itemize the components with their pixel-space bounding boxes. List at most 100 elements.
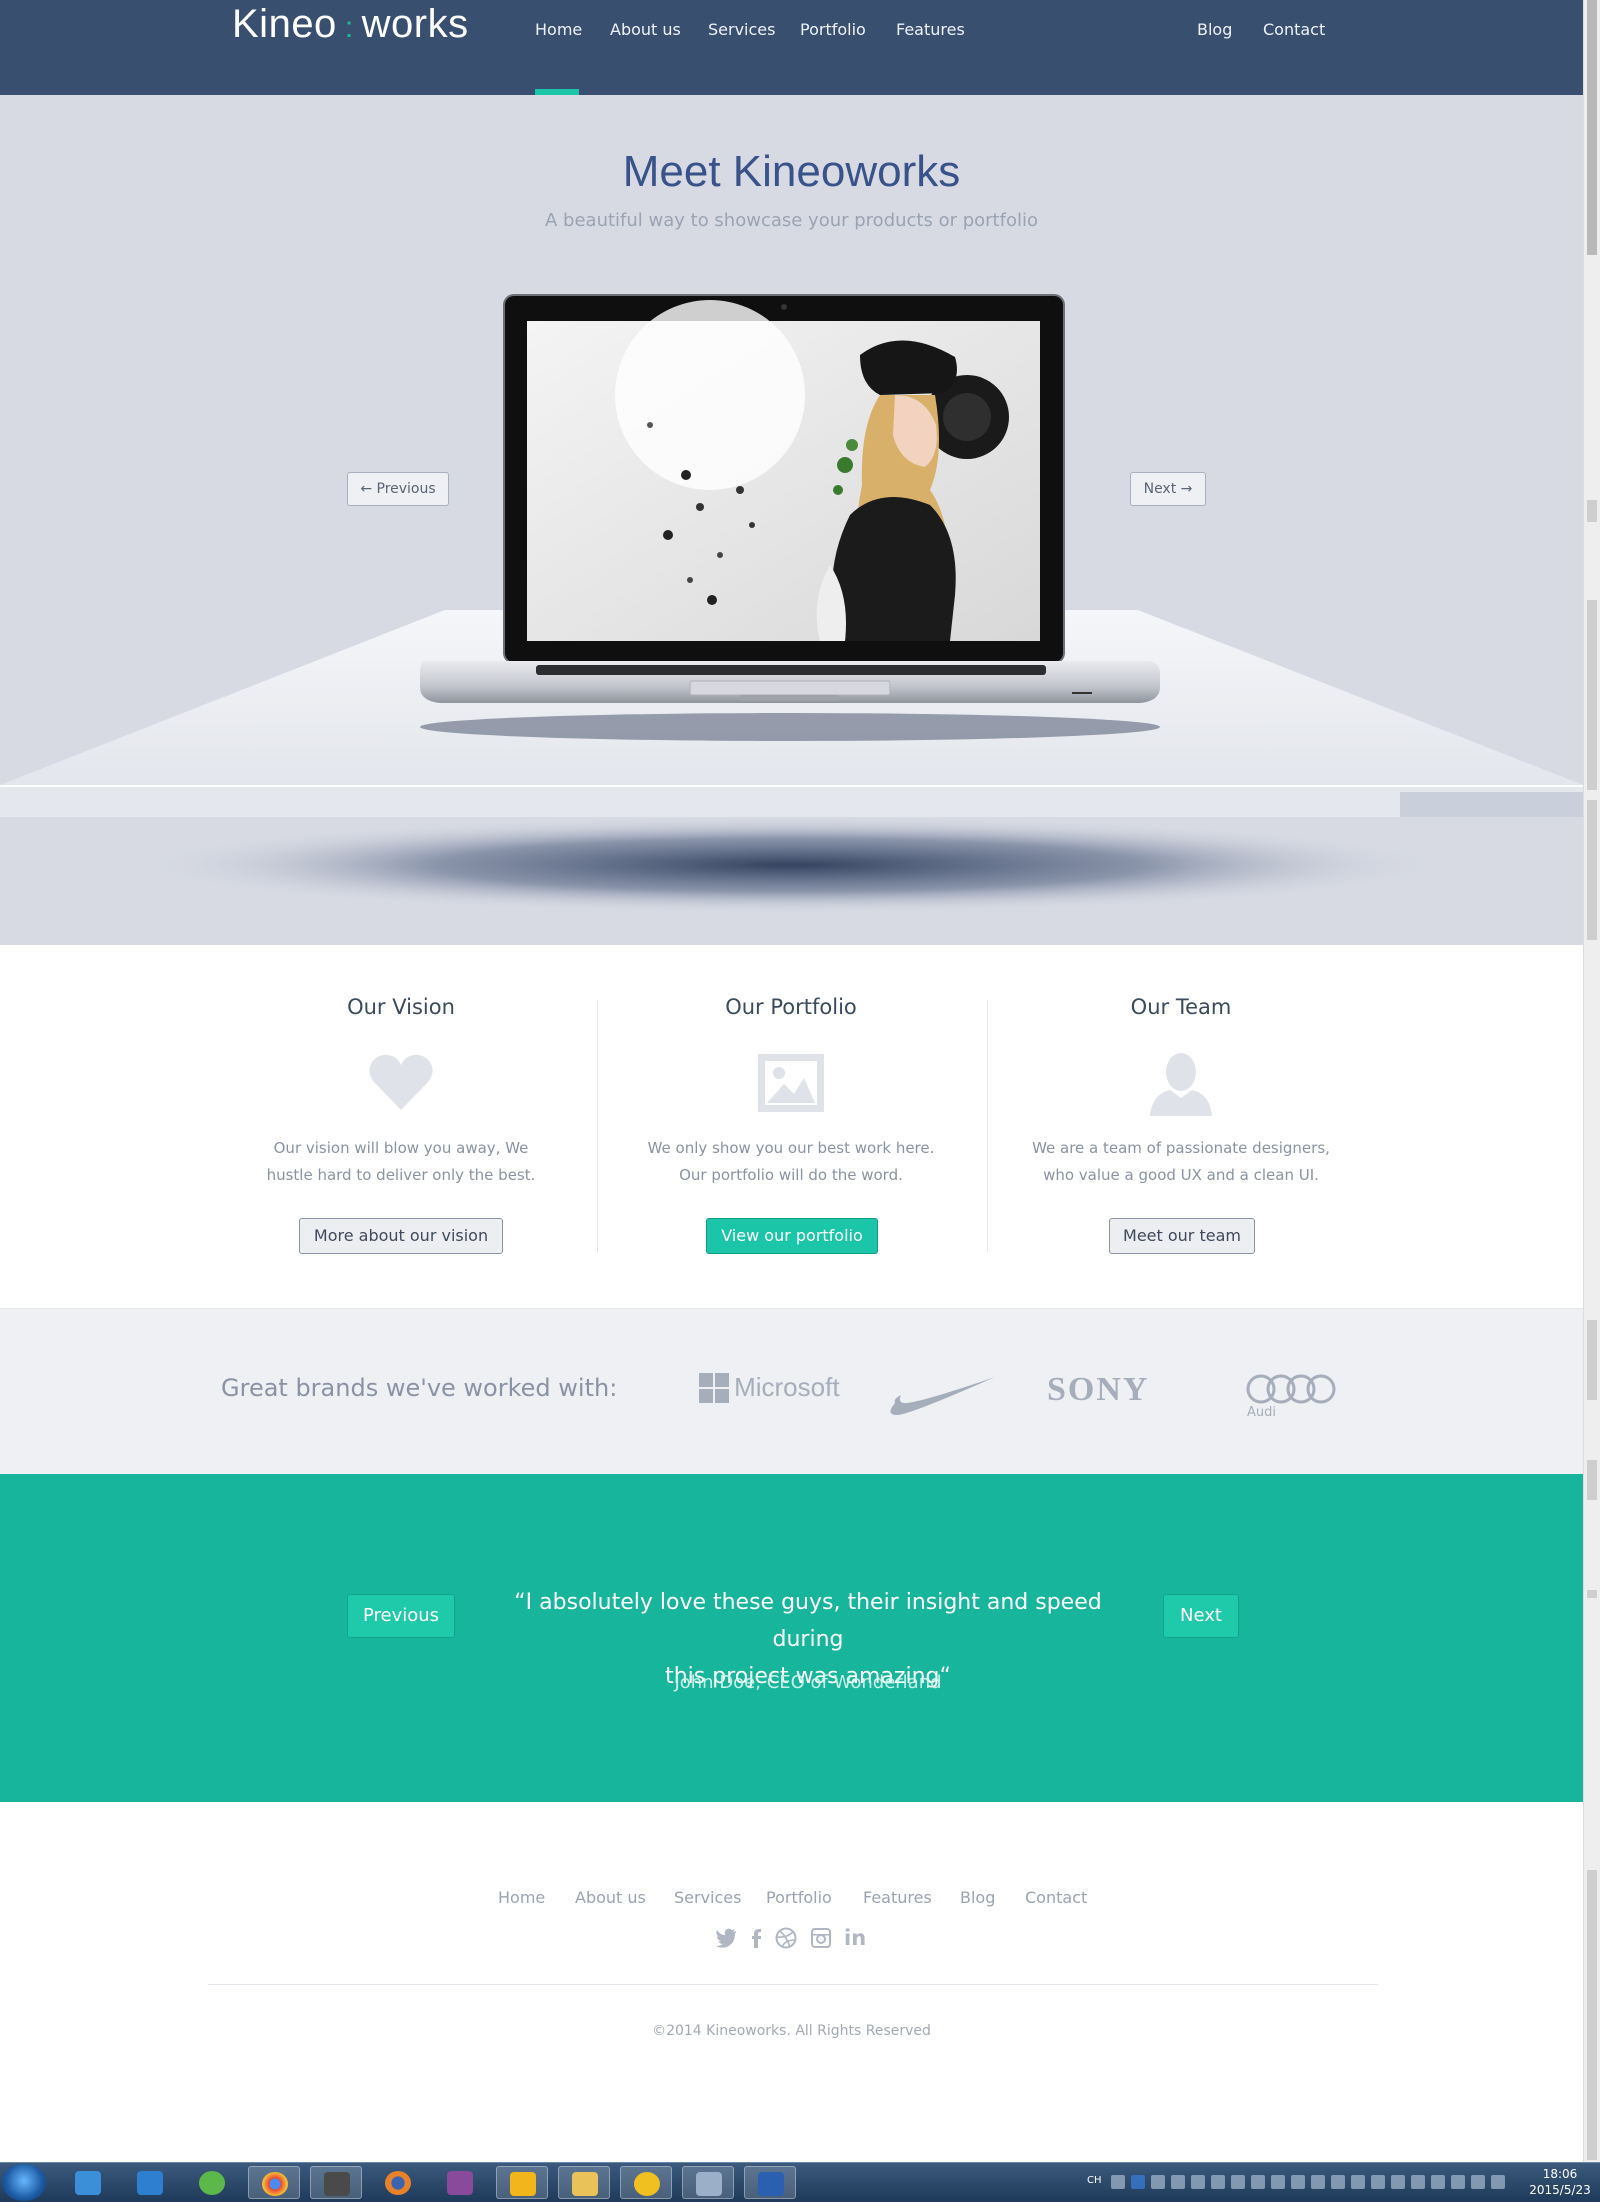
tray-icon[interactable] [1411, 2175, 1425, 2189]
nav-blog[interactable]: Blog [1197, 20, 1232, 39]
webpage: Kineo: works Home About us Services Portf… [0, 0, 1583, 2162]
feature-title: Our Portfolio [725, 995, 857, 1019]
tray-icon[interactable] [1211, 2175, 1225, 2189]
feature-vision: Our Vision Our vision will blow you away… [206, 945, 596, 1308]
nav-features[interactable]: Features [896, 20, 965, 39]
scrollbar-thumb[interactable] [1587, 0, 1597, 255]
hero-next-button[interactable]: Next → [1130, 472, 1206, 506]
tray-icon[interactable] [1371, 2175, 1385, 2189]
scrollbar-marker [1587, 1460, 1597, 1500]
footer-link-services[interactable]: Services [674, 1888, 741, 1907]
tray-icon[interactable] [1251, 2175, 1265, 2189]
feature-text-line: who value a good UX and a clean UI. [1043, 1166, 1319, 1184]
feature-text: Our vision will blow you away, We hustle … [226, 1135, 576, 1189]
meet-our-team-button[interactable]: Meet our team [1109, 1218, 1255, 1254]
word-icon[interactable] [744, 2166, 796, 2199]
tray-icon[interactable] [1191, 2175, 1205, 2189]
top-navigation-bar: Kineo: works Home About us Services Portf… [0, 0, 1583, 95]
photo-viewer-icon[interactable] [682, 2166, 734, 2199]
linkedin-icon[interactable]: in [844, 1926, 868, 1950]
nav-home[interactable]: Home [535, 20, 582, 39]
image-icon [758, 1054, 824, 1112]
dribbble-icon[interactable] [774, 1926, 798, 1950]
microsoft-wordmark: Microsoft [734, 1372, 840, 1402]
footer-link-home[interactable]: Home [498, 1888, 545, 1907]
hero-previous-button[interactable]: ← Previous [347, 472, 449, 506]
feature-text: We are a team of passionate designers, wh… [1006, 1135, 1356, 1189]
firefox-icon[interactable] [372, 2166, 424, 2199]
file-explorer-icon[interactable] [558, 2166, 610, 2199]
tray-network-icon[interactable] [1491, 2175, 1505, 2189]
qq-browser-icon[interactable] [124, 2166, 176, 2199]
sublime-text-icon[interactable] [310, 2166, 362, 2199]
heart-icon [369, 1054, 433, 1110]
divider [987, 1000, 988, 1252]
footer-divider [208, 1984, 1378, 1985]
facebook-icon[interactable] [744, 1926, 768, 1950]
tray-volume-icon[interactable] [1471, 2175, 1485, 2189]
game-icon[interactable] [434, 2166, 486, 2199]
quote-line: “I absolutely love these guys, their ins… [514, 1590, 1102, 1652]
scrollbar-marker [1587, 500, 1597, 522]
testimonial-next-button[interactable]: Next [1163, 1594, 1239, 1638]
clock-time: 18:06 [1542, 2167, 1578, 2181]
360-icon[interactable] [186, 2166, 238, 2199]
feature-text-line: Our portfolio will do the word. [679, 1166, 903, 1184]
internet-explorer-icon[interactable] [62, 2166, 114, 2199]
nike-logo [890, 1377, 995, 1415]
tray-keyboard-icon[interactable] [1111, 2175, 1125, 2189]
tray-icon[interactable] [1351, 2175, 1365, 2189]
footer-link-about-us[interactable]: About us [575, 1888, 646, 1907]
logo-left: Kineo [232, 2, 337, 46]
feature-team: Our Team We are a team of passionate des… [986, 945, 1376, 1308]
nav-services[interactable]: Services [708, 20, 775, 39]
audi-rings-icon [1246, 1374, 1336, 1404]
feature-text-line: Our vision will blow you away, We [273, 1139, 529, 1157]
more-about-vision-button[interactable]: More about our vision [299, 1218, 503, 1254]
clock-date: 2015/5/23 [1529, 2183, 1591, 2197]
tray-icon[interactable] [1171, 2175, 1185, 2189]
footer-link-contact[interactable]: Contact [1025, 1888, 1087, 1907]
tray-icon[interactable] [1451, 2175, 1465, 2189]
music-player-icon[interactable] [620, 2166, 672, 2199]
taskbar-clock[interactable]: 18:06 2015/5/23 [1522, 2166, 1598, 2198]
site-logo[interactable]: Kineo: works [232, 2, 469, 47]
brands-section: Great brands we've worked with: Microsof… [0, 1309, 1583, 1474]
feature-portfolio: Our Portfolio We only show you our best … [596, 945, 986, 1308]
instagram-icon[interactable] [809, 1926, 833, 1950]
brands-label: Great brands we've worked with: [221, 1374, 618, 1402]
tray-icon[interactable] [1391, 2175, 1405, 2189]
view-portfolio-button[interactable]: View our portfolio [706, 1218, 878, 1254]
nav-contact[interactable]: Contact [1263, 20, 1325, 39]
footer: Home About us Services Portfolio Feature… [0, 1802, 1583, 2162]
feature-title: Our Team [1130, 995, 1232, 1019]
chrome-icon[interactable] [248, 2166, 300, 2199]
tray-icon[interactable] [1231, 2175, 1245, 2189]
logo-right: works [361, 2, 469, 46]
page-scrollbar[interactable] [1583, 0, 1600, 2162]
footer-link-portfolio[interactable]: Portfolio [766, 1888, 832, 1907]
scrollbar-marker [1587, 1590, 1597, 1598]
testimonial-previous-button[interactable]: Previous [347, 1594, 455, 1638]
sony-logo: SONY [1047, 1371, 1150, 1408]
feature-text: We only show you our best work here. Our … [616, 1135, 966, 1189]
scrollbar-marker [1587, 1320, 1597, 1400]
tray-icon[interactable] [1311, 2175, 1325, 2189]
user-icon [1150, 1053, 1212, 1116]
nav-portfolio[interactable]: Portfolio [800, 20, 866, 39]
nav-about-us[interactable]: About us [610, 20, 681, 39]
tray-icon[interactable] [1271, 2175, 1285, 2189]
features-section: Our Vision Our vision will blow you away… [0, 945, 1583, 1309]
tray-icon[interactable] [1151, 2175, 1165, 2189]
footer-link-features[interactable]: Features [863, 1888, 932, 1907]
tray-help-icon[interactable] [1131, 2175, 1145, 2189]
tray-icon[interactable] [1291, 2175, 1305, 2189]
hero-subtitle: A beautiful way to showcase your product… [545, 210, 1038, 231]
twitter-icon[interactable] [714, 1926, 738, 1950]
star-icon[interactable] [496, 2166, 548, 2199]
tray-icon[interactable] [1431, 2175, 1445, 2189]
tray-icon[interactable] [1331, 2175, 1345, 2189]
start-button[interactable] [2, 2164, 46, 2201]
footer-link-blog[interactable]: Blog [960, 1888, 995, 1907]
testimonial-author: John Doe, CEO of Wonderland [674, 1672, 942, 1693]
